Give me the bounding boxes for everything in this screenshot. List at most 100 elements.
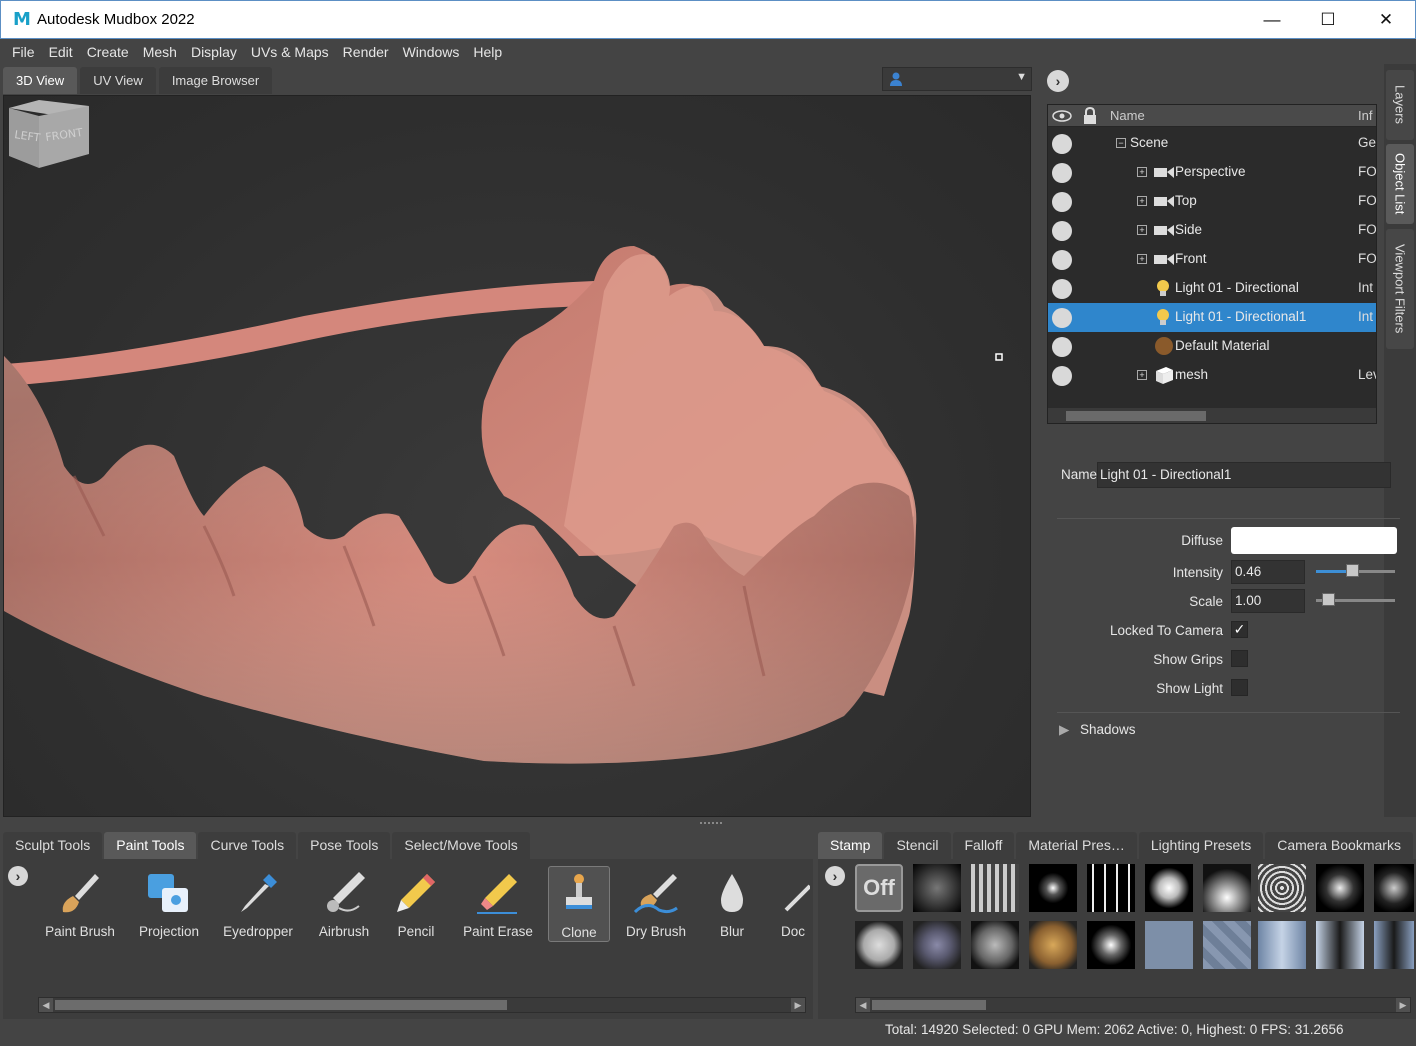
tool-airbrush[interactable]: Airbrush [312,866,376,942]
visibility-toggle[interactable] [1052,163,1072,183]
scroll-left-icon[interactable]: ◀ [39,998,53,1012]
camera-dropdown[interactable]: ▼ [882,67,1032,91]
tool-paint-brush[interactable]: Paint Brush [42,866,118,942]
outliner-row-perspective[interactable]: + Perspective FO [1048,158,1376,187]
tab-object-list[interactable]: Object List [1386,144,1414,224]
tree-expand-icon[interactable]: + [1137,370,1147,380]
visibility-toggle[interactable] [1052,366,1072,386]
menu-create[interactable]: Create [80,44,136,60]
tab-uv-view[interactable]: UV View [80,67,156,94]
tree-expand-icon[interactable]: + [1137,254,1147,264]
scrollbar-thumb[interactable] [55,1000,507,1010]
tree-expand-icon[interactable]: + [1137,167,1147,177]
name-field[interactable]: Light 01 - Directional1 [1097,462,1391,488]
stamp-expand-icon[interactable]: › [825,866,845,886]
column-name[interactable]: Name [1110,108,1145,123]
stamp-gradient-3[interactable] [1374,921,1414,969]
show-light-checkbox[interactable] [1231,679,1248,696]
tab-select-move-tools[interactable]: Select/Move Tools [392,832,530,859]
tab-viewport-filters[interactable]: Viewport Filters [1386,229,1414,349]
stamp-splatter[interactable] [1029,864,1077,912]
outliner-row-scene[interactable]: − Scene Ge [1048,129,1376,158]
tree-expand-icon[interactable]: + [1137,225,1147,235]
stamp-speckle[interactable] [1374,864,1414,912]
minimize-button[interactable]: — [1243,1,1301,39]
tab-stencil[interactable]: Stencil [884,832,951,859]
visibility-toggle[interactable] [1052,337,1072,357]
tab-layers[interactable]: Layers [1386,70,1414,140]
tab-pose-tools[interactable]: Pose Tools [298,832,391,859]
shadows-section[interactable]: Shadows [1080,722,1136,737]
visibility-toggle[interactable] [1052,192,1072,212]
stamp-off-button[interactable]: Off [855,864,903,912]
stamp-moss[interactable] [971,921,1019,969]
tab-paint-tools[interactable]: Paint Tools [104,832,197,859]
scroll-left-icon[interactable]: ◀ [856,998,870,1012]
diffuse-color-swatch[interactable] [1231,527,1397,554]
tab-sculpt-tools[interactable]: Sculpt Tools [3,832,103,859]
scale-slider-handle[interactable] [1322,593,1335,606]
locked-to-camera-checkbox[interactable]: ✓ [1231,621,1248,638]
stamp-flat[interactable] [1145,921,1193,969]
tree-expand-icon[interactable]: + [1137,196,1147,206]
outliner-scrollbar[interactable] [1048,408,1376,423]
tree-collapse-icon[interactable]: − [1116,138,1126,148]
visibility-toggle[interactable] [1052,279,1072,299]
horizontal-splitter-grip[interactable] [700,822,722,825]
outliner-row-default-material[interactable]: Default Material [1048,332,1376,361]
visibility-toggle[interactable] [1052,308,1072,328]
tray-expand-icon[interactable]: › [8,866,28,886]
stamp-smoke[interactable] [1203,864,1251,912]
3d-viewport[interactable]: LEFT FRONT [3,95,1031,817]
intensity-slider-handle[interactable] [1346,564,1359,577]
stamp-dots[interactable] [1087,921,1135,969]
tool-dodge[interactable]: Doc [776,866,810,942]
menu-uvs-maps[interactable]: UVs & Maps [244,44,336,60]
visibility-eye-icon[interactable] [1052,109,1072,123]
stamp-tray-scrollbar[interactable]: ◀ ▶ [855,997,1411,1013]
tool-paint-erase[interactable]: Paint Erase [458,866,538,942]
show-grips-checkbox[interactable] [1231,650,1248,667]
tool-projection[interactable]: Projection [132,866,206,942]
scroll-right-icon[interactable]: ▶ [791,998,805,1012]
menu-help[interactable]: Help [466,44,509,60]
stamp-cloud[interactable] [1145,864,1193,912]
expand-triangle-icon[interactable]: ▶ [1059,722,1069,738]
menu-edit[interactable]: Edit [42,44,80,60]
expand-arrow-icon[interactable]: › [1047,70,1069,92]
outliner-row-top[interactable]: + Top FO [1048,187,1376,216]
column-info[interactable]: Inf [1358,108,1372,123]
tab-camera-bookmarks[interactable]: Camera Bookmarks [1265,832,1413,859]
menu-render[interactable]: Render [336,44,396,60]
stamp-rock[interactable] [855,921,903,969]
visibility-toggle[interactable] [1052,250,1072,270]
stamp-pebbles[interactable] [913,921,961,969]
tool-blur[interactable]: Blur [706,866,758,942]
tab-3d-view[interactable]: 3D View [3,67,78,94]
visibility-toggle[interactable] [1052,134,1072,154]
tab-stamp[interactable]: Stamp [818,832,883,859]
menu-mesh[interactable]: Mesh [136,44,184,60]
menu-windows[interactable]: Windows [396,44,467,60]
close-button[interactable]: ✕ [1357,1,1415,39]
menu-file[interactable]: File [5,44,42,60]
outliner-row-side[interactable]: + Side FO [1048,216,1376,245]
tool-dry-brush[interactable]: Dry Brush [622,866,690,942]
intensity-field[interactable]: 0.46 [1231,560,1305,584]
visibility-toggle[interactable] [1052,221,1072,241]
menu-display[interactable]: Display [184,44,244,60]
tool-clone[interactable]: Clone [548,866,610,942]
tab-curve-tools[interactable]: Curve Tools [198,832,297,859]
stamp-gradient-2[interactable] [1316,921,1364,969]
tab-falloff[interactable]: Falloff [952,832,1015,859]
stamp-checker[interactable] [1203,921,1251,969]
scrollbar-thumb[interactable] [872,1000,986,1010]
tab-image-browser[interactable]: Image Browser [158,67,273,94]
tab-material-presets[interactable]: Material Pres… [1016,832,1137,859]
maximize-button[interactable]: ☐ [1299,1,1357,39]
tool-eyedropper[interactable]: Eyedropper [220,866,296,942]
stamp-gradient-1[interactable] [1258,921,1306,969]
outliner-row-light-01-1[interactable]: Light 01 - Directional1 Int [1048,303,1376,332]
outliner-row-light-01[interactable]: Light 01 - Directional Int [1048,274,1376,303]
scroll-right-icon[interactable]: ▶ [1396,998,1410,1012]
